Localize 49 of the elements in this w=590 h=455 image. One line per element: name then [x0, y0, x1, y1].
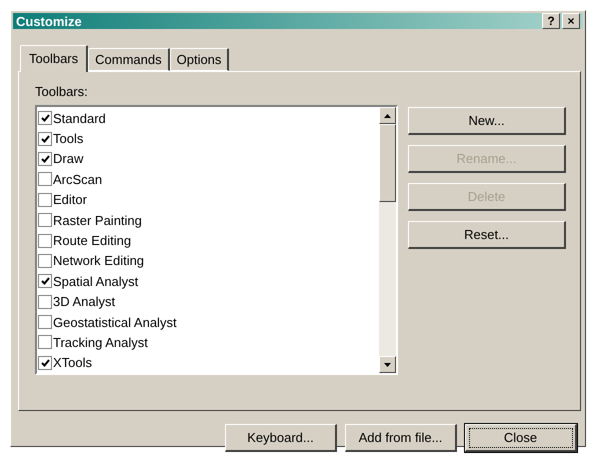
toolbar-name[interactable]: Draw — [53, 151, 84, 166]
checkbox[interactable] — [38, 234, 52, 248]
tab[interactable]: Commands — [88, 48, 170, 71]
help-button[interactable]: ? — [542, 13, 560, 29]
checkmark-icon — [40, 277, 50, 286]
scroll-up-button[interactable] — [379, 107, 396, 124]
toolbar-name[interactable]: Geostatistical Analyst — [53, 314, 177, 330]
scroll-down-button[interactable] — [379, 356, 396, 373]
toolbar-action-button[interactable]: Reset... — [408, 221, 566, 249]
checkbox[interactable] — [38, 172, 52, 186]
checkmark-icon — [40, 358, 50, 367]
toolbar-name[interactable]: Raster Painting — [53, 212, 142, 228]
checkbox[interactable] — [38, 274, 52, 288]
checkbox[interactable] — [38, 254, 52, 268]
toolbar-name[interactable]: Network Editing — [53, 253, 144, 268]
tab[interactable]: Toolbars — [20, 45, 88, 72]
scroll-thumb[interactable] — [379, 124, 396, 202]
checkmark-icon — [40, 114, 50, 122]
tab[interactable]: Options — [170, 48, 230, 71]
checkbox[interactable] — [38, 315, 52, 330]
toolbar-name[interactable]: Tools — [53, 131, 84, 146]
dialog-button[interactable]: Keyboard... — [225, 424, 337, 452]
toolbar-name[interactable]: Standard — [53, 110, 106, 126]
toolbar-name[interactable]: ArcScan — [53, 172, 102, 187]
toolbar-name[interactable]: Route Editing — [53, 233, 132, 248]
scrollbar[interactable] — [379, 107, 396, 373]
toolbar-name[interactable]: 3D Analyst — [53, 294, 116, 310]
down-arrow-icon — [384, 362, 391, 366]
checkbox[interactable] — [38, 152, 52, 166]
toolbar-action-button[interactable]: New... — [408, 107, 566, 135]
close-button[interactable]: × — [562, 13, 580, 29]
checkbox[interactable] — [38, 192, 52, 207]
checkbox[interactable] — [38, 213, 52, 228]
checkmark-icon — [40, 154, 50, 163]
toolbar-name[interactable]: Spatial Analyst — [53, 274, 138, 289]
toolbar-name[interactable]: Tracking Analyst — [53, 334, 148, 350]
dialog-button[interactable]: Close — [465, 424, 577, 452]
checkbox[interactable] — [38, 132, 52, 146]
checkbox[interactable] — [38, 111, 52, 126]
checkbox[interactable] — [38, 294, 52, 309]
checkmark-icon — [40, 134, 50, 143]
toolbars-label: Toolbars: — [35, 84, 89, 99]
checkbox[interactable] — [38, 356, 52, 370]
window-title: Customize — [16, 14, 82, 28]
checkbox[interactable] — [38, 335, 52, 350]
toolbar-name[interactable]: Editor — [53, 192, 87, 208]
toolbar-name[interactable]: XTools — [53, 355, 92, 370]
up-arrow-icon — [384, 114, 391, 118]
dialog-button[interactable]: Add from file... — [345, 424, 457, 452]
